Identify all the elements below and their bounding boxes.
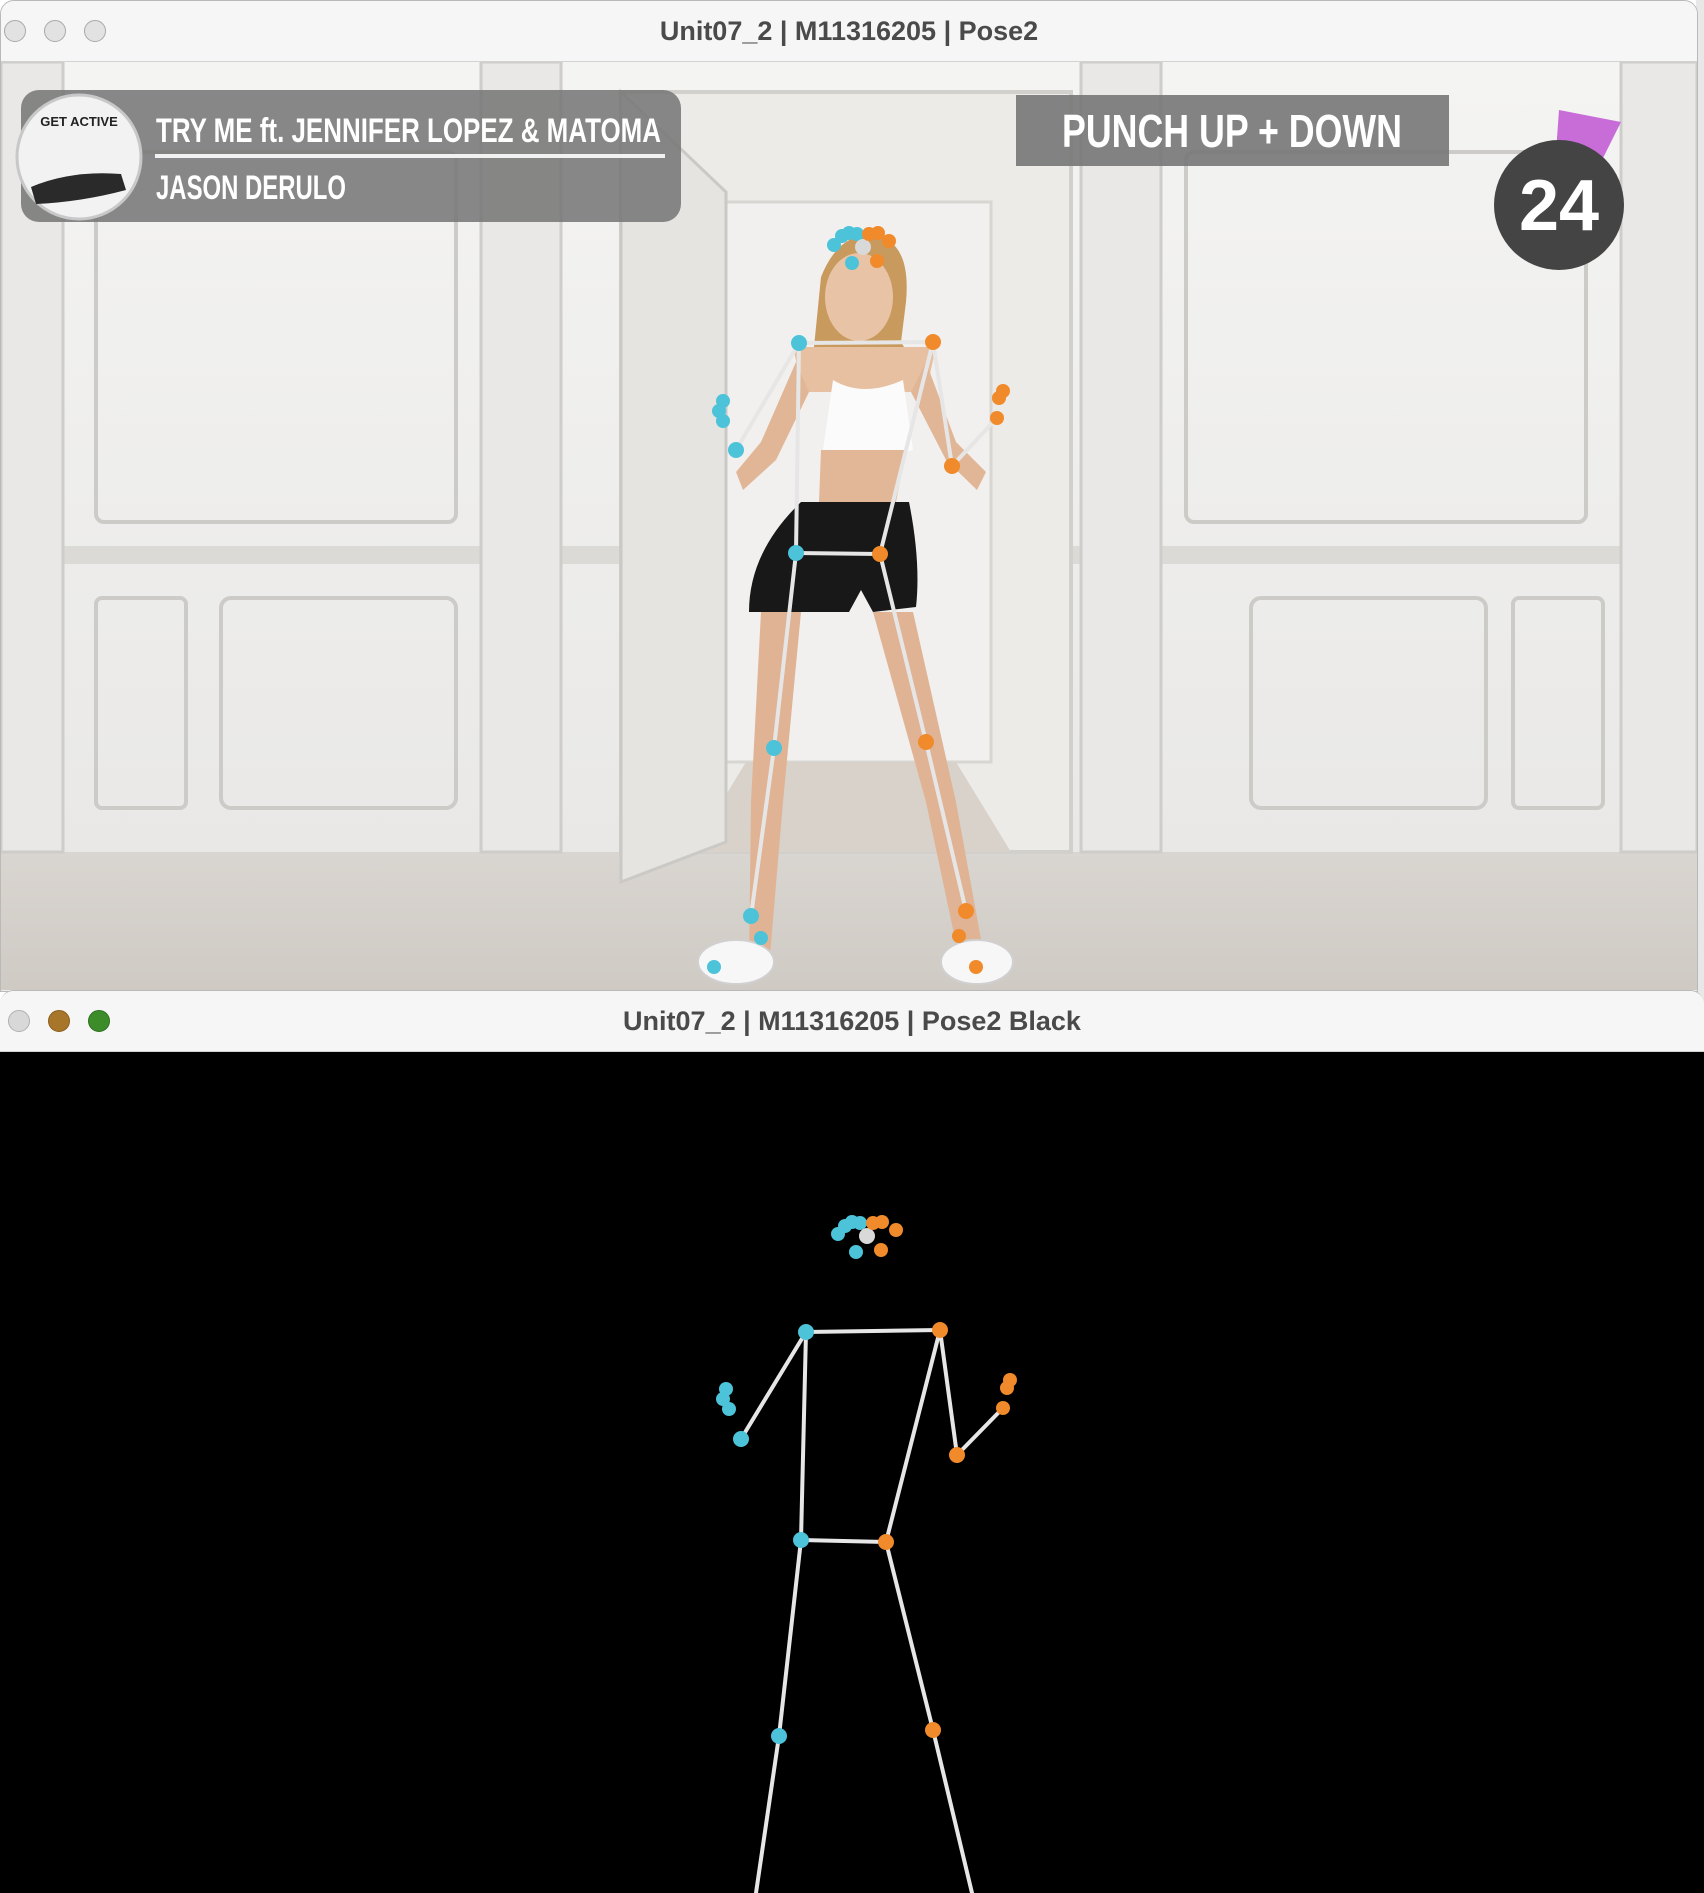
pose-window[interactable]: Unit07_2 | M11316205 | Pose2 GET ACTIVE … bbox=[0, 0, 1698, 992]
skeleton-joints bbox=[716, 1215, 1017, 1744]
badge-text: GET ACTIVE bbox=[40, 114, 118, 129]
artist-name: JASON DERULO bbox=[156, 169, 346, 207]
song-banner bbox=[15, 90, 681, 222]
hall-floor bbox=[691, 762, 1011, 852]
song-title: TRY ME ft. JENNIFER LOPEZ & MATOMA bbox=[156, 112, 661, 150]
pose-skeleton bbox=[716, 1215, 1017, 1893]
title-bar[interactable]: Unit07_2 | M11316205 | Pose2 bbox=[1, 1, 1697, 62]
window-title: Unit07_2 | M11316205 | Pose2 bbox=[659, 16, 1039, 46]
window-title: Unit07_2 | M11316205 | Pose2 Black bbox=[623, 1006, 1081, 1036]
video-frame: GET ACTIVE TRY ME ft. JENNIFER LOPEZ & M… bbox=[1, 62, 1697, 990]
title-bar[interactable]: Unit07_2 | M11316205 | Pose2 Black bbox=[0, 991, 1704, 1052]
rep-counter: 24 bbox=[1519, 166, 1599, 246]
video-scene: GET ACTIVE TRY ME ft. JENNIFER LOPEZ & M… bbox=[1, 62, 1697, 990]
pose-black-window[interactable]: Unit07_2 | M11316205 | Pose2 Black bbox=[0, 990, 1704, 1893]
skeleton-view bbox=[716, 1215, 1017, 1893]
skeleton-canvas bbox=[0, 1052, 1704, 1893]
exercise-label: PUNCH UP + DOWN bbox=[1062, 105, 1402, 157]
floor bbox=[1, 852, 1697, 990]
